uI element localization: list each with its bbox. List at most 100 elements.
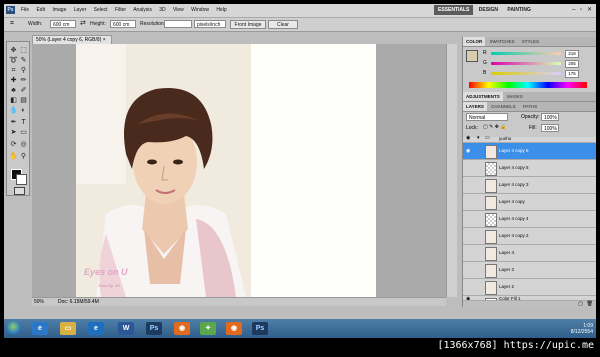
resolution-field[interactable] (164, 20, 192, 28)
tab-masks[interactable]: MASKS (504, 94, 526, 99)
folder-icon[interactable]: ▭ (60, 322, 76, 335)
3d-rotate-icon[interactable]: ⟳ (9, 140, 18, 149)
group-expand-icon[interactable]: ▾ (477, 135, 480, 141)
gradient-icon[interactable]: ▤ (19, 96, 28, 105)
tab-styles[interactable]: STYLES (519, 39, 542, 44)
eye-icon[interactable]: ◉ (466, 135, 472, 141)
layer-group-row[interactable]: ◉ ▾ ▭ yunho (463, 134, 596, 143)
path-select-icon[interactable]: ➤ (9, 128, 18, 137)
background-color-swatch[interactable] (16, 174, 27, 185)
lasso-tool-icon[interactable]: ➰ (9, 56, 18, 65)
menu-help[interactable]: Help (216, 7, 226, 13)
firefox-task-icon[interactable]: ◉ (226, 322, 242, 335)
menu-edit[interactable]: Edit (36, 7, 45, 13)
tab-swatches[interactable]: SWATCHES (487, 39, 518, 44)
tab-color[interactable]: COLOR (463, 37, 486, 46)
menu-analysis[interactable]: Analysis (133, 7, 152, 13)
opacity-field[interactable]: 100% (541, 113, 559, 121)
layer-row[interactable]: Layer 4 copy (463, 194, 596, 211)
ie-icon[interactable]: e (32, 322, 48, 335)
eye-off-icon[interactable] (466, 216, 472, 222)
eye-off-icon[interactable] (466, 182, 472, 188)
clone-stamp-icon[interactable]: ♣ (9, 86, 18, 95)
r-slider[interactable] (491, 52, 561, 55)
document-canvas[interactable]: Eyes on U Scan By: JH (76, 44, 376, 297)
blend-mode-select[interactable]: Normal (466, 113, 508, 121)
b-value[interactable]: 175 (565, 70, 579, 78)
type-tool-icon[interactable]: T (19, 118, 28, 127)
clock-date[interactable]: 8/12/2554 (571, 329, 593, 335)
photoshop-task-icon-2[interactable]: Ps (252, 322, 268, 335)
firefox-icon[interactable]: ◉ (174, 322, 190, 335)
browser-icon[interactable]: e (88, 322, 104, 335)
blur-icon[interactable]: 💧 (9, 106, 18, 115)
canvas-area[interactable]: Eyes on U Scan By: JH (32, 44, 446, 297)
healing-brush-icon[interactable]: ✚ (9, 76, 18, 85)
zoom-level[interactable]: 50% (34, 298, 44, 306)
eye-off-icon[interactable] (466, 199, 472, 205)
quick-select-icon[interactable]: ✎ (19, 56, 28, 65)
close-icon[interactable]: ✕ (587, 7, 592, 13)
workspace-painting[interactable]: PAINTING (503, 5, 535, 15)
layer-row[interactable]: Layer 2 (463, 279, 596, 296)
menu-layer[interactable]: Layer (74, 7, 87, 13)
resolution-units-select[interactable]: pixels/inch (194, 20, 226, 28)
pen-icon[interactable]: ✒ (9, 118, 18, 127)
menu-select[interactable]: Select (94, 7, 108, 13)
g-value[interactable]: 205 (565, 60, 579, 68)
app-icon[interactable]: ✦ (200, 322, 216, 335)
b-slider[interactable] (491, 72, 561, 75)
eye-off-icon[interactable] (466, 250, 472, 256)
document-tab[interactable]: 50% (Layer 4 copy 6, RGB/8) × (32, 35, 112, 44)
layer-row[interactable]: Layer 4 copy 4 (463, 211, 596, 228)
new-layer-icon[interactable]: ▢ (578, 301, 583, 307)
current-color-swatch[interactable] (466, 50, 478, 62)
layer-row[interactable]: Layer 4 copy 2 (463, 228, 596, 245)
dodge-icon[interactable]: ◐ (19, 106, 28, 115)
tab-channels[interactable]: CHANNELS (488, 104, 519, 109)
word-icon[interactable]: W (118, 322, 134, 335)
fill-field[interactable]: 100% (541, 124, 559, 132)
start-button[interactable] (7, 321, 21, 335)
layer-row[interactable]: ◉ Layer 4 copy 6 (463, 143, 596, 160)
g-slider[interactable] (491, 62, 561, 65)
front-image-button[interactable]: Front Image (230, 20, 266, 29)
shape-tool-icon[interactable]: ▭ (19, 128, 28, 137)
menu-image[interactable]: Image (52, 7, 66, 13)
r-value[interactable]: 218 (565, 50, 579, 58)
move-tool-icon[interactable]: ✥ (9, 46, 18, 55)
3d-camera-icon[interactable]: ◎ (19, 140, 28, 149)
eye-off-icon[interactable] (466, 284, 472, 290)
tab-paths[interactable]: PATHS (520, 104, 540, 109)
marquee-tool-icon[interactable]: ⬚ (19, 46, 28, 55)
width-field[interactable]: 600 cm (50, 20, 76, 28)
height-field[interactable]: 600 cm (110, 20, 136, 28)
menu-filter[interactable]: Filter (115, 7, 126, 13)
layer-row[interactable]: Layer 4 copy 3 (463, 177, 596, 194)
menu-view[interactable]: View (173, 7, 184, 13)
workspace-design[interactable]: DESIGN (475, 5, 502, 15)
zoom-tool-icon[interactable]: ⚲ (19, 152, 28, 161)
hand-tool-icon[interactable]: ✋ (9, 152, 18, 161)
eyedropper-icon[interactable]: ⚲ (19, 66, 28, 75)
eraser-icon[interactable]: ◧ (9, 96, 18, 105)
layer-row[interactable]: Layer 4 copy 5 (463, 160, 596, 177)
menu-file[interactable]: File (21, 7, 29, 13)
layer-row[interactable]: Layer 3 (463, 262, 596, 279)
lock-icons[interactable]: ▢ ✎ ✥ 🔒 (483, 124, 507, 130)
history-brush-icon[interactable]: ✐ (19, 86, 28, 95)
eye-off-icon[interactable] (466, 267, 472, 273)
layer-row[interactable]: Layer 4 (463, 245, 596, 262)
eye-icon[interactable]: ◉ (466, 148, 472, 154)
eye-off-icon[interactable] (466, 165, 472, 171)
minimize-icon[interactable]: – (572, 7, 575, 13)
brush-icon[interactable]: ✏ (19, 76, 28, 85)
restore-icon[interactable]: ▫ (580, 7, 582, 13)
menu-3d[interactable]: 3D (159, 7, 165, 13)
eye-off-icon[interactable] (466, 233, 472, 239)
trash-icon[interactable]: 🗑 (587, 301, 593, 307)
crop-tool-icon[interactable]: ⌗ (10, 20, 14, 28)
tab-layers[interactable]: LAYERS (463, 102, 487, 111)
quick-mask-icon[interactable] (14, 187, 25, 195)
tab-adjustments[interactable]: ADJUSTMENTS (463, 92, 503, 101)
